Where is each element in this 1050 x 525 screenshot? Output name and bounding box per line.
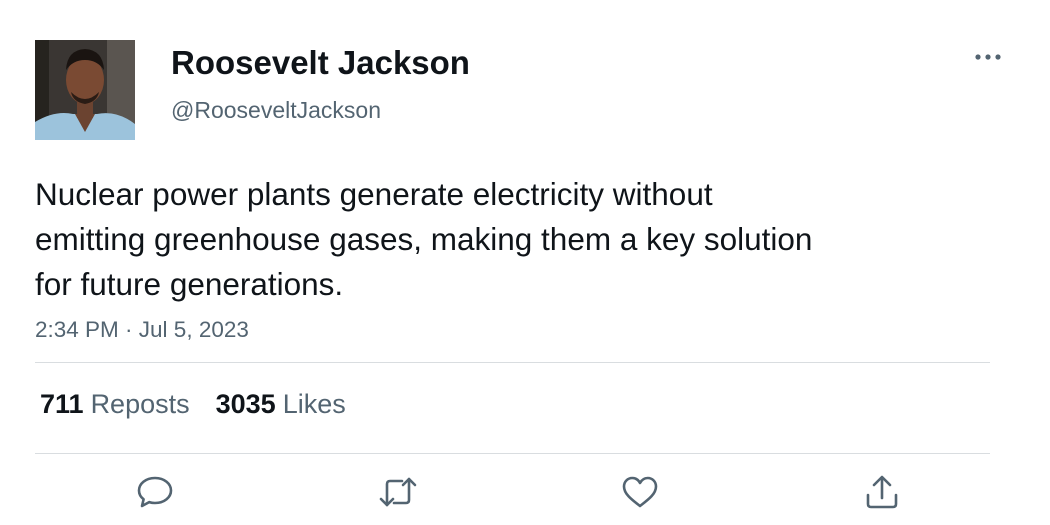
share-icon — [863, 474, 901, 515]
share-button[interactable] — [862, 474, 902, 514]
author-handle[interactable]: @RooseveltJackson — [171, 97, 381, 123]
heart-icon — [621, 475, 659, 514]
tweet-timestamp[interactable]: 2:34 PM · Jul 5, 2023 — [35, 317, 249, 343]
repost-icon — [378, 475, 418, 514]
divider — [35, 362, 990, 363]
like-button[interactable] — [620, 474, 660, 514]
author-display-name[interactable]: Roosevelt Jackson — [171, 44, 470, 82]
likes-count: 3035 — [215, 389, 276, 419]
divider — [35, 453, 990, 454]
likes-stat[interactable]: 3035 Likes — [216, 387, 346, 421]
tweet-text-line: emitting greenhouse gases, making them a… — [35, 221, 813, 257]
more-horizontal-icon — [974, 48, 1002, 66]
reposts-stat[interactable]: 711 Reposts — [40, 387, 190, 421]
repost-button[interactable] — [378, 474, 418, 514]
tweet-text-line: Nuclear power plants generate electricit… — [35, 176, 713, 212]
tweet-text: Nuclear power plants generate electricit… — [35, 172, 935, 307]
tweet-text-line: for future generations. — [35, 266, 344, 302]
reposts-count: 711 — [40, 389, 84, 419]
avatar[interactable] — [35, 40, 135, 140]
likes-label: Likes — [282, 389, 346, 419]
more-options-button[interactable] — [968, 45, 1008, 69]
reply-icon — [136, 475, 174, 514]
reposts-label: Reposts — [90, 389, 190, 419]
engagement-stats: 711 Reposts 3035 Likes — [40, 387, 346, 421]
reply-button[interactable] — [135, 474, 175, 514]
